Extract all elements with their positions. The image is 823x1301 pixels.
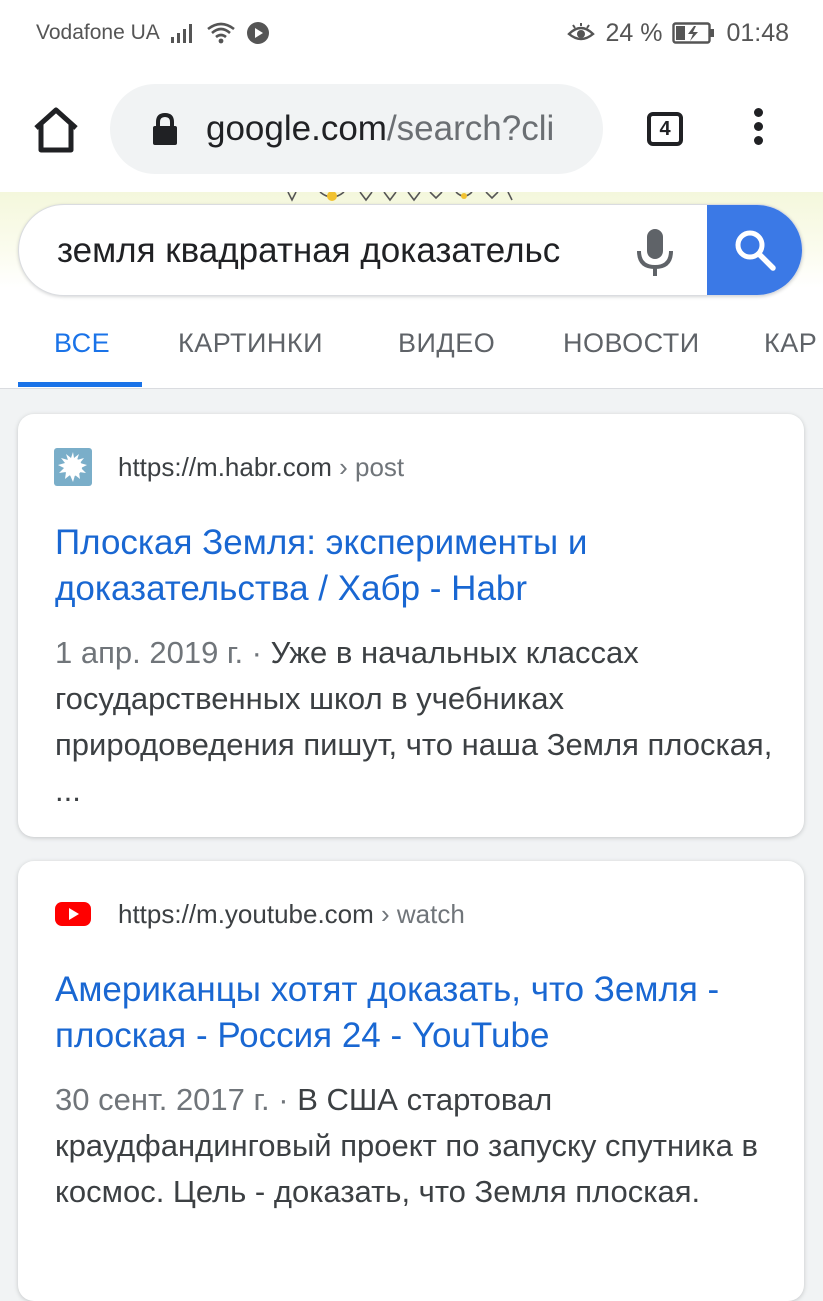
- tab-news[interactable]: НОВОСТИ: [563, 328, 700, 359]
- play-icon: [246, 22, 269, 44]
- carrier-name: Vodafone UA: [36, 21, 160, 44]
- result-card: https://m.youtube.com › watch Американцы…: [18, 861, 804, 1301]
- home-button[interactable]: [28, 104, 84, 156]
- tab-switcher-button[interactable]: 4: [647, 112, 683, 146]
- result-title-link[interactable]: Плоская Земля: эксперименты и доказатель…: [55, 520, 785, 612]
- result-date: 30 сент. 2017 г. ·: [55, 1082, 298, 1117]
- tab-images[interactable]: КАРТИНКИ: [178, 328, 323, 359]
- status-bar: Vodafone UA 24 % 01:48: [0, 0, 823, 66]
- result-title-link[interactable]: Американцы хотят доказать, что Земля - п…: [55, 967, 785, 1059]
- url-text: google.com/search?cli: [206, 106, 578, 152]
- search-icon: [735, 230, 776, 271]
- result-source[interactable]: https://m.habr.com › post: [54, 448, 404, 486]
- url-path: /search?cli: [386, 109, 555, 148]
- result-path: › post: [331, 451, 405, 482]
- wifi-icon: [206, 22, 235, 44]
- mic-icon: [637, 229, 673, 276]
- lock-icon: [153, 112, 177, 145]
- tab-all[interactable]: ВСЕ: [54, 328, 110, 359]
- tab-video[interactable]: ВИДЕО: [398, 328, 495, 359]
- voice-search-button[interactable]: [633, 227, 677, 277]
- signal-icon: [170, 24, 192, 43]
- eye-icon: [567, 23, 596, 41]
- result-card: https://m.habr.com › post Плоская Земля:…: [18, 414, 804, 837]
- result-domain: https://m.youtube.com: [118, 898, 374, 929]
- url-domain: google.com: [206, 109, 387, 148]
- youtube-favicon: [55, 902, 91, 926]
- home-icon: [34, 107, 78, 153]
- menu-icon[interactable]: [748, 108, 768, 152]
- search-tabs: ВСЕ КАРТИНКИ ВИДЕО НОВОСТИ КАР: [0, 320, 823, 388]
- result-snippet: 1 апр. 2019 г. · Уже в начальных классах…: [55, 630, 785, 814]
- habr-favicon: [54, 448, 92, 486]
- clock: 01:48: [726, 18, 789, 47]
- status-right: 24 % 01:48: [567, 19, 789, 48]
- tab-maps[interactable]: КАР: [764, 328, 817, 359]
- status-left: Vodafone UA: [36, 21, 270, 45]
- result-domain: https://m.habr.com: [118, 451, 332, 482]
- result-source[interactable]: https://m.youtube.com › watch: [54, 897, 465, 931]
- result-date: 1 апр. 2019 г. ·: [55, 635, 271, 670]
- search-header: ВСЕ КАРТИНКИ ВИДЕО НОВОСТИ КАР: [0, 192, 823, 389]
- result-url: https://m.youtube.com › watch: [118, 899, 465, 930]
- result-path: › watch: [373, 898, 465, 929]
- browser-toolbar: google.com/search?cli 4: [0, 66, 823, 192]
- search-box: [18, 204, 803, 296]
- search-button[interactable]: [707, 205, 802, 295]
- result-url: https://m.habr.com › post: [118, 452, 404, 483]
- search-input[interactable]: [57, 227, 593, 275]
- battery-percent: 24 %: [605, 18, 663, 47]
- active-tab-indicator: [18, 382, 142, 387]
- result-snippet: 30 сент. 2017 г. · В США стартовал крауд…: [55, 1077, 785, 1215]
- battery-icon: [672, 22, 715, 44]
- address-bar[interactable]: google.com/search?cli: [110, 84, 603, 174]
